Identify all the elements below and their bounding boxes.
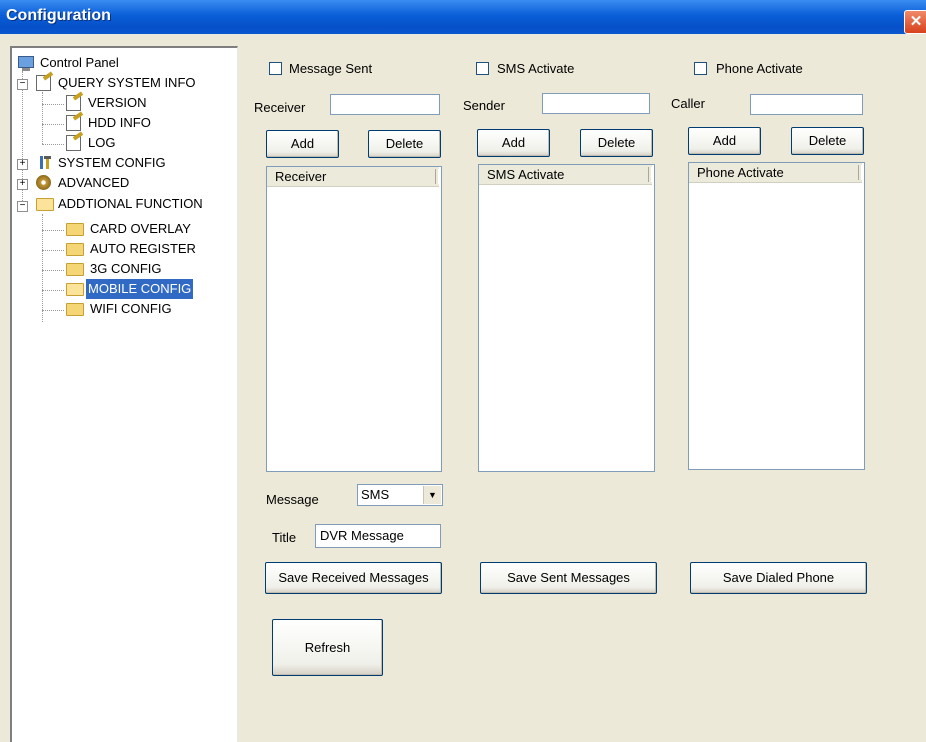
title-input[interactable]: DVR Message — [315, 524, 441, 548]
folder-open-icon — [36, 198, 54, 211]
expand-icon[interactable]: + — [17, 179, 28, 190]
folder-icon — [66, 263, 84, 276]
tree-node-label: LOG — [88, 135, 116, 150]
message-type-value: SMS — [361, 487, 390, 502]
tree-connector — [22, 71, 23, 211]
close-button[interactable]: ✕ — [904, 10, 926, 34]
caller-label: Caller — [671, 96, 705, 111]
tree-node-label: CARD OVERLAY — [90, 221, 191, 236]
tree-node-label: QUERY SYSTEM INFO — [58, 75, 196, 90]
sms-activate-list-header[interactable]: SMS Activate — [479, 165, 652, 185]
document-edit-icon — [66, 115, 81, 131]
message-sent-label: Message Sent — [289, 61, 373, 76]
collapse-icon[interactable]: − — [17, 201, 28, 212]
computer-icon — [18, 56, 34, 71]
tree-node-label: ADDTIONAL FUNCTION — [58, 196, 203, 211]
tree-connector — [42, 92, 43, 144]
tree-connector — [42, 104, 64, 105]
tree-node-label: WIFI CONFIG — [90, 301, 172, 316]
receiver-label: Receiver — [254, 100, 306, 115]
tree-connector — [42, 270, 64, 271]
gears-icon — [36, 175, 51, 190]
tree-node-label: 3G CONFIG — [90, 261, 162, 276]
caller-delete-button[interactable]: Delete — [791, 127, 864, 155]
tree-node-label: HDD INFO — [88, 115, 151, 130]
collapse-icon[interactable]: − — [17, 79, 28, 90]
title-label: Title — [272, 530, 297, 545]
caller-input[interactable] — [750, 94, 863, 115]
dropdown-arrow-icon[interactable]: ▼ — [423, 486, 441, 504]
tree-connector — [42, 310, 64, 311]
document-edit-icon — [66, 135, 81, 151]
tree-node-label: ADVANCED — [58, 175, 130, 190]
folder-icon — [66, 243, 84, 256]
receiver-input[interactable] — [330, 94, 440, 115]
phone-activate-label: Phone Activate — [716, 61, 803, 76]
sender-label: Sender — [463, 98, 505, 113]
folder-icon — [66, 303, 84, 316]
sender-input[interactable] — [542, 93, 650, 114]
document-edit-icon — [66, 95, 81, 111]
sms-activate-list[interactable]: SMS Activate — [478, 164, 655, 472]
save-dialed-phone-button[interactable]: Save Dialed Phone — [690, 562, 867, 594]
caller-add-button[interactable]: Add — [688, 127, 761, 155]
tree-connector — [42, 290, 64, 291]
tree-connector — [42, 250, 64, 251]
sender-delete-button[interactable]: Delete — [580, 129, 653, 157]
phone-activate-list[interactable]: Phone Activate — [688, 162, 865, 470]
tree-connector — [42, 144, 64, 145]
receiver-delete-button[interactable]: Delete — [368, 130, 441, 158]
refresh-button[interactable]: Refresh — [272, 619, 383, 676]
tree-node-label: MOBILE CONFIG — [86, 279, 194, 299]
sender-add-button[interactable]: Add — [477, 129, 550, 157]
sms-activate-checkbox[interactable] — [476, 62, 489, 75]
phone-activate-list-header[interactable]: Phone Activate — [689, 163, 862, 183]
tree-connector — [42, 230, 64, 231]
document-edit-icon — [36, 75, 51, 91]
folder-icon — [66, 223, 84, 236]
folder-open-icon — [66, 283, 84, 296]
tools-icon — [38, 155, 52, 170]
phone-activate-checkbox[interactable] — [694, 62, 707, 75]
sms-activate-label: SMS Activate — [497, 61, 575, 76]
save-sent-messages-button[interactable]: Save Sent Messages — [480, 562, 657, 594]
title-bar: Configuration ✕ — [0, 0, 926, 34]
control-panel-tree[interactable]: Control Panel − QUERY SYSTEM INFO VERSIO… — [10, 46, 238, 742]
save-received-messages-button[interactable]: Save Received Messages — [265, 562, 442, 594]
tree-connector — [42, 124, 64, 125]
tree-node-label: SYSTEM CONFIG — [58, 155, 166, 170]
message-type-select[interactable]: SMS ▼ — [357, 484, 443, 506]
receiver-add-button[interactable]: Add — [266, 130, 339, 158]
expand-icon[interactable]: + — [17, 159, 28, 170]
receiver-list-header[interactable]: Receiver — [267, 167, 439, 187]
receiver-list[interactable]: Receiver — [266, 166, 442, 472]
message-sent-checkbox[interactable] — [269, 62, 282, 75]
tree-node-label: AUTO REGISTER — [90, 241, 196, 256]
tree-node-label: VERSION — [88, 95, 147, 110]
tree-node-label: Control Panel — [40, 55, 119, 70]
message-type-label: Message — [266, 492, 319, 507]
window-title: Configuration — [6, 7, 111, 24]
